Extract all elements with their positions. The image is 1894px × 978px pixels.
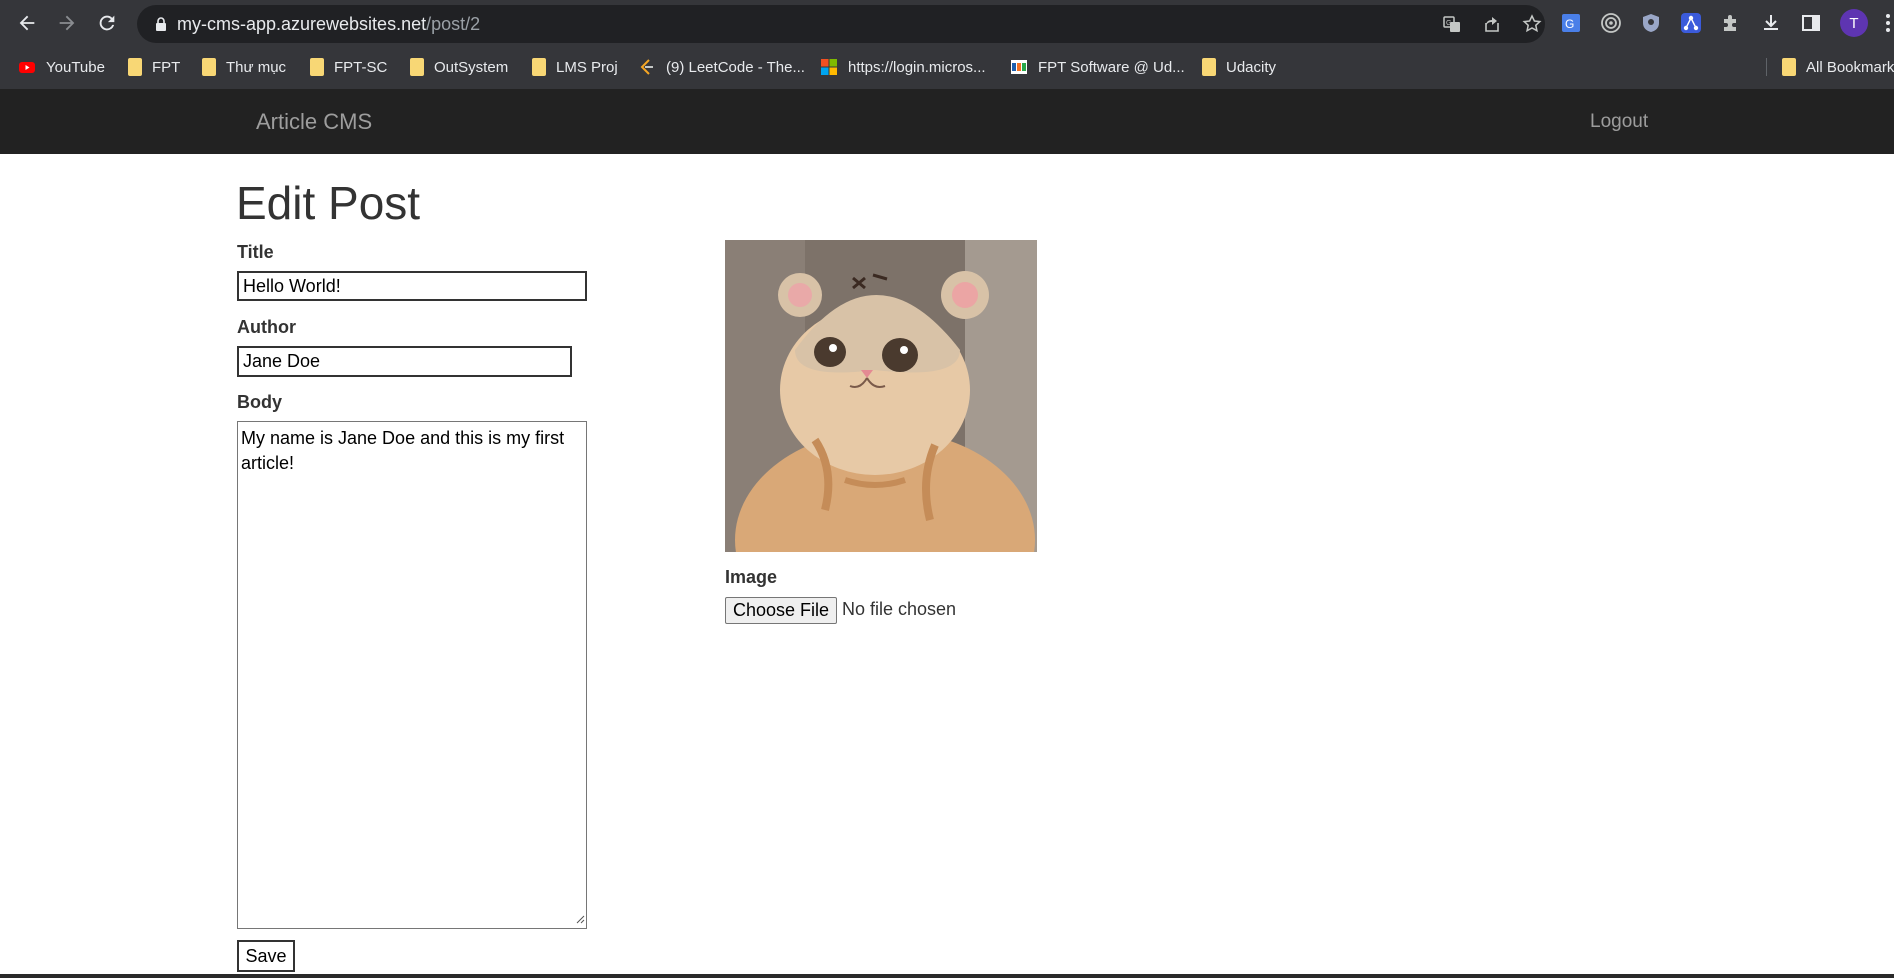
folder-icon <box>410 58 424 76</box>
url-text[interactable]: my-cms-app.azurewebsites.net/post/2 <box>177 14 480 35</box>
page-bottom-border <box>0 974 1894 978</box>
side-panel-icon[interactable] <box>1798 10 1824 36</box>
body-label: Body <box>237 392 282 412</box>
post-image <box>725 240 1037 552</box>
resize-handle-icon[interactable] <box>575 914 585 924</box>
download-icon[interactable] <box>1758 10 1784 36</box>
bookmark-udacity[interactable]: Udacity <box>1202 54 1276 80</box>
logout-link[interactable]: Logout <box>1590 111 1648 133</box>
bookmark-lms-proj[interactable]: LMS Proj <box>532 54 618 80</box>
google-translate-icon[interactable]: G <box>1558 10 1584 36</box>
puzzle-icon[interactable] <box>1718 10 1744 36</box>
author-input[interactable] <box>237 346 572 377</box>
save-button[interactable]: Save <box>237 940 295 972</box>
body-textarea[interactable]: My name is Jane Doe and this is my first… <box>237 421 587 929</box>
folder-icon <box>310 58 324 76</box>
app-navbar: Article CMS Logout <box>0 89 1894 154</box>
folder-icon <box>128 58 142 76</box>
profile-avatar[interactable]: T <box>1840 9 1868 37</box>
youtube-icon <box>19 62 35 73</box>
bookmark-outsystem[interactable]: OutSystem <box>410 54 508 80</box>
menu-icon[interactable] <box>1882 12 1894 34</box>
author-label: Author <box>237 317 296 337</box>
share-icon[interactable] <box>1481 13 1503 35</box>
folder-icon <box>1202 58 1216 76</box>
star-icon[interactable] <box>1521 13 1543 35</box>
file-status-text: No file chosen <box>842 599 957 619</box>
browser-toolbar: my-cms-app.azurewebsites.net/post/2 G G <box>0 0 1894 46</box>
bookmark-microsoft-login[interactable]: https://login.micros... <box>820 54 986 80</box>
target-extension-icon[interactable] <box>1598 10 1624 36</box>
network-extension-icon[interactable] <box>1678 10 1704 36</box>
back-icon[interactable] <box>12 8 42 38</box>
lock-icon <box>156 17 166 31</box>
bookmark-fpt[interactable]: FPT <box>128 54 180 80</box>
folder-icon <box>1782 58 1796 76</box>
microsoft-icon <box>821 59 837 75</box>
fpt-icon <box>1011 60 1027 74</box>
bookmarks-bar: YouTube FPT Thư mục FPT-SC OutSystem LMS… <box>0 50 1894 84</box>
leetcode-icon <box>640 59 653 75</box>
folder-icon <box>532 58 546 76</box>
choose-file-button[interactable]: Choose File <box>725 597 837 624</box>
translate-icon[interactable]: G <box>1441 13 1463 35</box>
bookmark-fpt-sc[interactable]: FPT-SC <box>310 54 387 80</box>
brand-link[interactable]: Article CMS <box>256 109 372 135</box>
browser-chrome: my-cms-app.azurewebsites.net/post/2 G G <box>0 0 1894 89</box>
title-input[interactable] <box>237 271 587 301</box>
svg-text:G: G <box>1565 17 1574 31</box>
svg-text:G: G <box>1446 20 1451 27</box>
image-label: Image <box>725 567 778 587</box>
bookmark-youtube[interactable]: YouTube <box>18 54 105 80</box>
bookmarks-separator <box>1766 58 1767 76</box>
shield-icon[interactable] <box>1638 10 1664 36</box>
bookmark-leetcode[interactable]: (9) LeetCode - The... <box>638 54 805 80</box>
all-bookmarks[interactable]: All Bookmarks <box>1782 54 1894 80</box>
title-label: Title <box>237 242 274 262</box>
bookmark-fpt-software[interactable]: FPT Software @ Ud... <box>1010 54 1185 80</box>
bookmark-thu-muc[interactable]: Thư mục <box>202 54 286 80</box>
reload-icon[interactable] <box>92 8 122 38</box>
address-bar[interactable]: my-cms-app.azurewebsites.net/post/2 G <box>137 5 1545 43</box>
forward-icon[interactable] <box>52 8 82 38</box>
page-title: Edit Post <box>236 177 421 229</box>
folder-icon <box>202 58 216 76</box>
